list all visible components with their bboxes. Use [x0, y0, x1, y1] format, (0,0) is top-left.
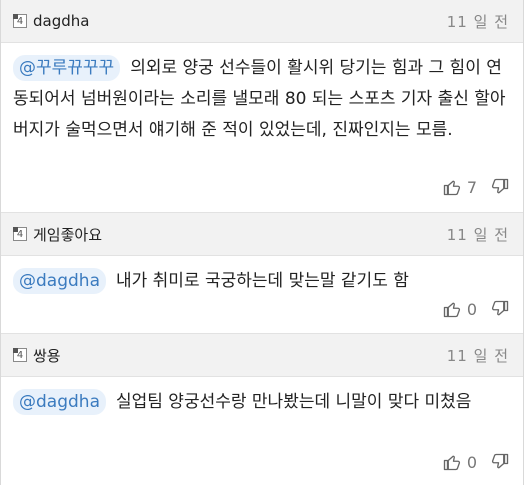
thumbs-down-icon[interactable]: [491, 300, 509, 318]
comment-actions: 0: [443, 292, 523, 326]
comment-author[interactable]: dagdha: [33, 12, 89, 30]
comment-header: 4 dagdha 11 일 전: [1, 0, 523, 43]
mention-link[interactable]: @꾸루뀨꾸꾸: [13, 55, 121, 81]
comment-time: 11 일 전: [446, 225, 509, 244]
comment-item: 4 게임좋아요 11 일 전 @dagdha 내가 취미로 국궁하는데 맞는말 같…: [1, 212, 523, 332]
like-count: 0: [466, 299, 477, 319]
thumbs-down-icon[interactable]: [491, 453, 509, 471]
like-button[interactable]: 0: [443, 453, 491, 472]
like-button[interactable]: 7: [443, 178, 491, 197]
comment-header: 4 게임좋아요 11 일 전: [1, 212, 523, 256]
like-count: 7: [466, 177, 477, 197]
thumbs-up-icon: [443, 180, 460, 196]
comment-actions: 7: [443, 170, 523, 204]
user-level-icon: 4: [13, 227, 27, 241]
thumbs-up-icon: [443, 302, 460, 318]
user-level-icon: 4: [13, 348, 27, 362]
comment-author[interactable]: 게임좋아요: [33, 224, 102, 245]
comment-body: @dagdha 내가 취미로 국궁하는데 맞는말 같기도 함: [1, 256, 523, 297]
comment-body: @꾸루뀨꾸꾸 의외로 양궁 선수들이 활시위 당기는 힘과 그 힘이 연동되어서 …: [1, 43, 523, 146]
comment-time: 11 일 전: [446, 346, 509, 365]
comment-time: 11 일 전: [446, 12, 509, 31]
mention-link[interactable]: @dagdha: [13, 389, 106, 415]
like-button[interactable]: 0: [443, 300, 491, 319]
user-level-icon: 4: [13, 14, 27, 28]
comment-text: 실업팀 양궁선수랑 만나봤는데 니말이 맞다 미쳤음: [115, 392, 472, 412]
comment-author[interactable]: 쌍용: [33, 345, 61, 366]
thumbs-down-icon[interactable]: [491, 178, 509, 196]
comment-body: @dagdha 실업팀 양궁선수랑 만나봤는데 니말이 맞다 미쳤음: [1, 377, 523, 418]
comment-item: 4 dagdha 11 일 전 @꾸루뀨꾸꾸 의외로 양궁 선수들이 활시위 당기…: [1, 0, 523, 200]
mention-link[interactable]: @dagdha: [13, 268, 106, 294]
comment-header: 4 쌍용 11 일 전: [1, 333, 523, 377]
comment-text: 내가 취미로 국궁하는데 맞는말 같기도 함: [115, 271, 409, 291]
thumbs-up-icon: [443, 455, 460, 471]
like-count: 0: [466, 452, 477, 472]
comment-actions: 0: [443, 445, 523, 479]
comment-list: 4 dagdha 11 일 전 @꾸루뀨꾸꾸 의외로 양궁 선수들이 활시위 당기…: [0, 0, 524, 485]
comment-item: 4 쌍용 11 일 전 @dagdha 실업팀 양궁선수랑 만나봤는데 니말이 맞…: [1, 333, 523, 485]
